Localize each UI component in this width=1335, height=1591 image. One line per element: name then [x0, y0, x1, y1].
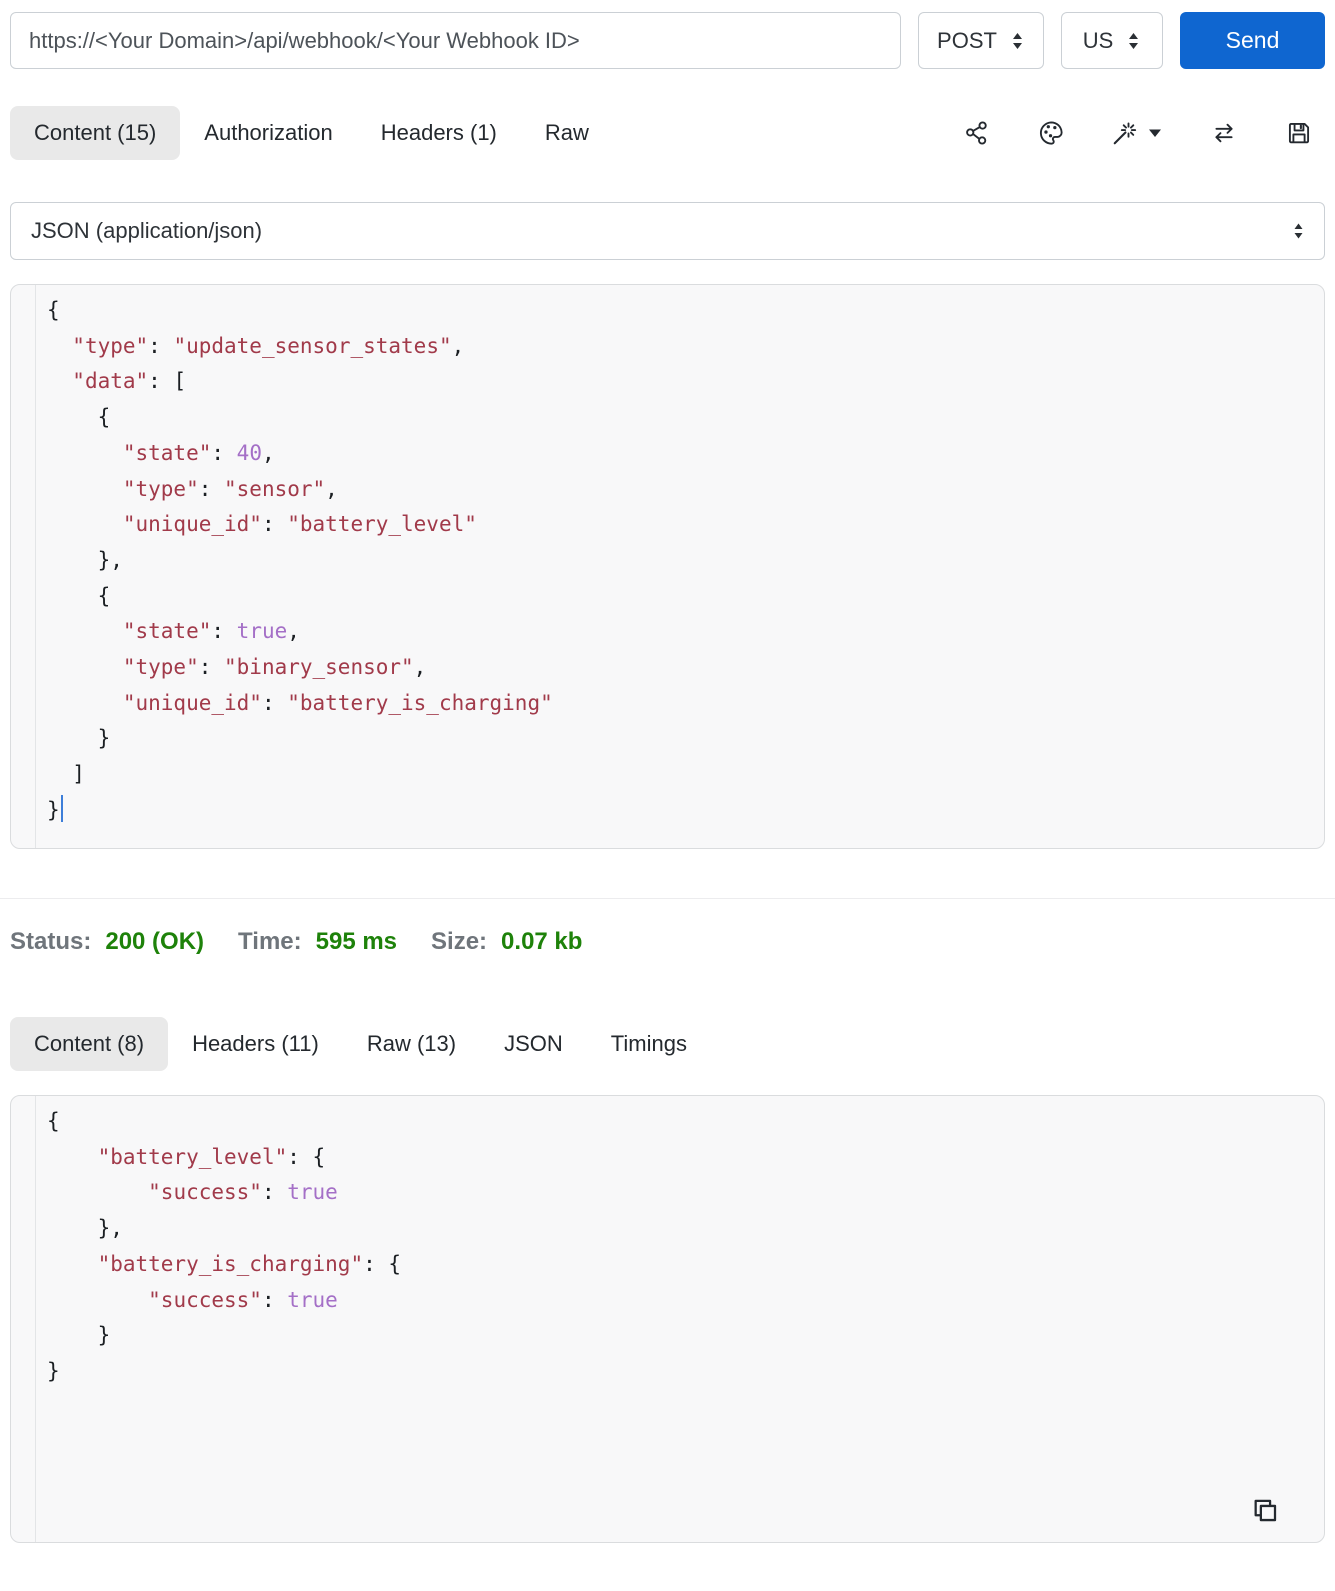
share-icon[interactable]: [963, 119, 991, 147]
swap-arrows-icon[interactable]: [1209, 119, 1239, 147]
code-line: }: [47, 726, 111, 751]
updown-arrows-icon: [1126, 30, 1141, 52]
code-line: "unique_id": "battery_level": [122, 512, 477, 537]
code-line: "success": true: [148, 1287, 338, 1312]
tab-response-json[interactable]: JSON: [480, 1017, 587, 1071]
code-line: },: [47, 547, 123, 572]
tab-response-headers[interactable]: Headers (11): [168, 1017, 343, 1071]
request-toolbar: [963, 119, 1325, 147]
code-line: "battery_level": {: [97, 1144, 326, 1169]
size-label: Size:: [431, 928, 488, 955]
copy-button[interactable]: [1246, 1494, 1284, 1532]
request-bar: POST US Send: [10, 12, 1325, 69]
request-body-editor[interactable]: { "type": "update_sensor_states", "data"…: [10, 284, 1325, 849]
palette-icon[interactable]: [1037, 119, 1065, 147]
updown-arrows-icon: [1010, 30, 1025, 52]
code-line: ]: [47, 762, 85, 787]
save-icon[interactable]: [1285, 119, 1313, 147]
response-tab-row: Content (8) Headers (11) Raw (13) JSON T…: [10, 1017, 1325, 1071]
request-body-code: { "type": "update_sensor_states", "data"…: [37, 285, 1324, 829]
code-line: "data": [: [72, 369, 187, 394]
code-line: "battery_is_charging": {: [97, 1251, 402, 1276]
code-line: }: [47, 793, 1314, 829]
tab-response-raw[interactable]: Raw (13): [343, 1017, 480, 1071]
body-type-select[interactable]: JSON (application/json): [10, 202, 1325, 260]
code-line: "type": "sensor",: [122, 476, 338, 501]
region-select-value: US: [1082, 27, 1114, 53]
caret-down-icon: [1147, 127, 1163, 139]
tab-request-raw[interactable]: Raw: [521, 106, 613, 160]
region-select[interactable]: US: [1061, 12, 1163, 69]
response-body-code: { "battery_level": { "success": true }, …: [37, 1096, 1324, 1390]
code-line: }: [47, 1323, 111, 1348]
status-value: 200 (OK): [105, 928, 205, 955]
size-value: 0.07 kb: [501, 928, 583, 955]
text-cursor: [60, 794, 63, 822]
body-type-select-value: JSON (application/json): [31, 218, 263, 243]
magic-wand-icon[interactable]: [1111, 119, 1163, 147]
response-body-viewer[interactable]: { "battery_level": { "success": true }, …: [10, 1095, 1325, 1543]
code-line: {: [47, 583, 111, 608]
editor-gutter: [11, 285, 36, 848]
code-line: "state": 40,: [122, 440, 275, 465]
time-label: Time:: [238, 928, 302, 955]
tab-request-content[interactable]: Content (15): [10, 106, 181, 160]
code-line: {: [47, 298, 60, 322]
code-line: "success": true: [148, 1180, 338, 1205]
send-button[interactable]: Send: [1180, 12, 1325, 69]
updown-arrows-icon: [1293, 221, 1304, 241]
method-select[interactable]: POST: [918, 12, 1044, 69]
time-value: 595 ms: [315, 928, 398, 955]
code-line: },: [47, 1216, 123, 1241]
method-select-value: POST: [937, 27, 997, 53]
tab-request-authorization[interactable]: Authorization: [180, 106, 356, 160]
code-line: "type": "update_sensor_states",: [72, 333, 465, 358]
code-line: "unique_id": "battery_is_charging": [122, 690, 553, 715]
tab-request-headers[interactable]: Headers (1): [357, 106, 521, 160]
tab-response-timings[interactable]: Timings: [587, 1017, 711, 1071]
url-input[interactable]: [10, 12, 901, 69]
status-bar: Status: 200 (OK) Time: 595 ms Size: 0.07…: [10, 926, 1325, 957]
code-line: "state": true,: [122, 619, 300, 644]
code-line: }: [47, 1358, 60, 1383]
section-divider: [0, 898, 1335, 899]
code-line: "type": "binary_sensor",: [122, 655, 427, 680]
status-label: Status:: [10, 928, 92, 955]
request-tab-row: Content (15) Authorization Headers (1) R…: [10, 106, 1325, 160]
code-line: {: [47, 1109, 60, 1133]
viewer-gutter: [11, 1096, 36, 1542]
copy-icon: [1249, 1495, 1281, 1532]
code-line: {: [47, 405, 111, 430]
tab-response-content[interactable]: Content (8): [10, 1017, 169, 1071]
